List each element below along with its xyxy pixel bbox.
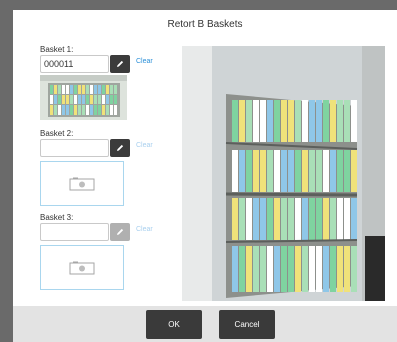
dialog-footer: OK Cancel	[13, 306, 397, 342]
basket-1-edit-button[interactable]	[110, 55, 130, 73]
basket-1-label: Basket 1:	[40, 45, 74, 54]
basket-photo-thumbnail	[40, 75, 127, 120]
basket-2-input[interactable]	[40, 139, 109, 157]
cancel-button[interactable]: Cancel	[219, 310, 275, 339]
basket-2-edit-button[interactable]	[110, 139, 130, 157]
retort-baskets-dialog: Retort B Baskets Basket 1: Clear	[13, 10, 397, 342]
basket-photo-preview	[182, 46, 385, 301]
pencil-icon	[117, 228, 124, 235]
app-background: Retort B Baskets Basket 1: Clear	[0, 0, 397, 342]
camera-icon	[69, 177, 95, 190]
pencil-icon	[117, 144, 124, 151]
pencil-icon	[117, 60, 124, 67]
dialog-title: Retort B Baskets	[167, 19, 243, 30]
basket-2-clear-link[interactable]: Clear	[136, 142, 153, 149]
basket-1-clear-link[interactable]: Clear	[136, 58, 153, 65]
basket-3-edit-button[interactable]	[110, 223, 130, 241]
basket-3-label: Basket 3:	[40, 213, 74, 222]
basket-2-section: Basket 2: Clear	[40, 128, 160, 206]
basket-2-image-placeholder[interactable]	[40, 161, 124, 206]
basket-1-section: Basket 1: Clear	[40, 44, 160, 120]
basket-photo	[182, 46, 385, 301]
basket-3-input[interactable]	[40, 223, 109, 241]
basket-3-clear-link[interactable]: Clear	[136, 226, 153, 233]
basket-3-image-placeholder[interactable]	[40, 245, 124, 290]
camera-icon	[69, 261, 95, 274]
basket-2-label: Basket 2:	[40, 129, 74, 138]
basket-1-input[interactable]	[40, 55, 109, 73]
basket-1-thumbnail[interactable]	[40, 75, 127, 120]
basket-3-section: Basket 3: Clear	[40, 212, 160, 290]
ok-button[interactable]: OK	[146, 310, 202, 339]
